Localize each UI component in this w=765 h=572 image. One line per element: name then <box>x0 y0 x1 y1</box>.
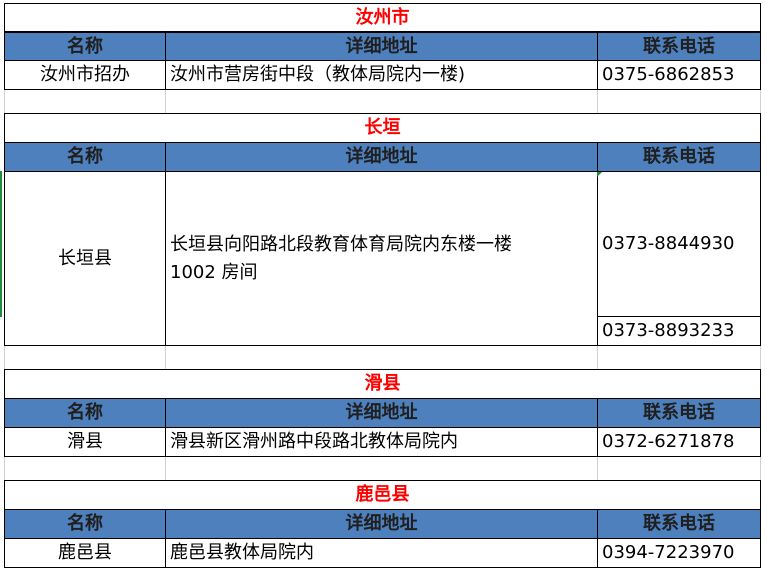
header-phone[interactable]: 联系电话 <box>597 509 761 539</box>
gridline <box>597 90 598 114</box>
header-address[interactable]: 详细地址 <box>165 142 598 172</box>
header-name[interactable]: 名称 <box>4 142 166 172</box>
section-title-changyuan[interactable]: 长垣 <box>4 113 761 143</box>
header-address[interactable]: 详细地址 <box>165 509 598 539</box>
header-phone[interactable]: 联系电话 <box>597 398 761 428</box>
header-phone[interactable]: 联系电话 <box>597 32 761 61</box>
address-cell[interactable]: 滑县新区滑州路中段路北教体局院内 <box>165 427 598 457</box>
section-title-huaxian[interactable]: 滑县 <box>4 369 761 399</box>
phone-cell[interactable]: 0394-7223970 <box>597 538 761 568</box>
office-name-cell[interactable]: 长垣县 <box>4 171 166 346</box>
address-cell[interactable]: 鹿邑县教体局院内 <box>165 538 598 568</box>
address-line-1: 长垣县向阳路北段教育体育局院内东楼一楼 <box>170 233 512 255</box>
gridline <box>597 457 598 481</box>
phone-cell[interactable]: 0372-6271878 <box>597 427 761 457</box>
phone-cell[interactable]: 0373-8893233 <box>597 316 761 346</box>
address-cell[interactable]: 长垣县向阳路北段教育体育局院内东楼一楼 1002 房间 <box>165 171 598 346</box>
selection-border <box>0 171 2 317</box>
address-cell[interactable]: 汝州市营房街中段（教体局院内一楼) <box>165 60 598 90</box>
section-title-luyi[interactable]: 鹿邑县 <box>4 480 761 510</box>
gridline <box>4 346 5 370</box>
section-title-ruzhou[interactable]: 汝州市 <box>4 3 761 32</box>
comment-indicator-icon <box>597 172 602 177</box>
header-address[interactable]: 详细地址 <box>165 32 598 61</box>
gridline <box>165 457 166 481</box>
gridline <box>4 457 5 481</box>
office-name-cell[interactable]: 汝州市招办 <box>4 60 166 90</box>
spreadsheet-grid: 汝州市 名称 详细地址 联系电话 汝州市招办 汝州市营房街中段（教体局院内一楼)… <box>0 0 765 572</box>
header-address[interactable]: 详细地址 <box>165 398 598 428</box>
address-text: 长垣县向阳路北段教育体育局院内东楼一楼 1002 房间 <box>170 231 512 287</box>
phone-cell[interactable]: 0375-6862853 <box>597 60 761 90</box>
office-name-cell[interactable]: 滑县 <box>4 427 166 457</box>
gridline <box>760 457 761 481</box>
header-name[interactable]: 名称 <box>4 509 166 539</box>
gridline <box>597 346 598 370</box>
header-name[interactable]: 名称 <box>4 398 166 428</box>
header-name[interactable]: 名称 <box>4 32 166 61</box>
gridline <box>760 90 761 114</box>
phone-cell[interactable]: 0373-8844930 <box>597 171 761 317</box>
header-phone[interactable]: 联系电话 <box>597 142 761 172</box>
address-line-2: 1002 房间 <box>170 261 258 283</box>
gridline <box>165 346 166 370</box>
gridline <box>165 90 166 114</box>
gridline <box>760 346 761 370</box>
gridline <box>4 90 5 114</box>
office-name-cell[interactable]: 鹿邑县 <box>4 538 166 568</box>
